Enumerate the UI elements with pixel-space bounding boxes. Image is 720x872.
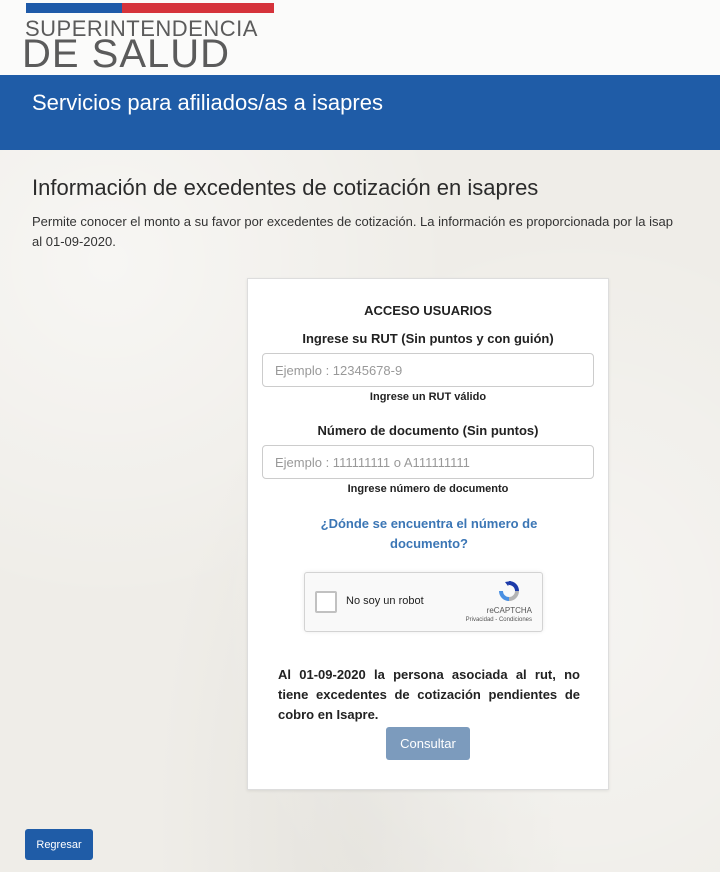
document-help-link[interactable]: ¿Dónde se encuentra el número de documen…: [303, 514, 555, 554]
page-description-line1: Permite conocer el monto a su favor por …: [32, 214, 673, 229]
document-input[interactable]: [262, 445, 594, 479]
rut-label: Ingrese su RUT (Sin puntos y con guión): [302, 331, 554, 346]
recaptcha-label: No soy un robot: [346, 595, 424, 607]
regresar-button[interactable]: Regresar: [25, 829, 93, 860]
recaptcha-links[interactable]: Privacidad - Condiciones: [466, 617, 532, 623]
logo[interactable]: SUPERINTENDENCIA DE SALUD: [0, 0, 720, 75]
consultar-button[interactable]: Consultar: [386, 727, 470, 760]
page-description-line2: al 01-09-2020.: [32, 234, 116, 249]
recaptcha-checkbox[interactable]: [315, 591, 337, 613]
recaptcha-widget: No soy un robot reCAPTCHA Privacidad - C…: [304, 572, 543, 632]
recaptcha-logo-icon: [499, 581, 519, 601]
login-card: ACCESO USUARIOS Ingrese su RUT (Sin punt…: [247, 278, 609, 790]
logo-stripe: [26, 3, 274, 13]
card-title: ACCESO USUARIOS: [364, 303, 492, 318]
logo-text-line2: DE SALUD: [22, 32, 231, 76]
document-hint: Ingrese número de documento: [347, 483, 509, 495]
page-title: Información de excedentes de cotización …: [32, 175, 539, 200]
page-description: Permite conocer el monto a su favor por …: [32, 212, 720, 252]
rut-input[interactable]: [262, 353, 594, 387]
banner-title: Servicios para afiliados/as a isapres: [32, 90, 383, 115]
document-label: Número de documento (Sin puntos): [317, 423, 539, 438]
header-banner: Servicios para afiliados/as a isapres: [0, 75, 720, 150]
recaptcha-brand: reCAPTCHA: [486, 606, 532, 615]
result-message: Al 01-09-2020 la persona asociada al rut…: [278, 667, 580, 722]
rut-hint: Ingrese un RUT válido: [369, 391, 487, 403]
